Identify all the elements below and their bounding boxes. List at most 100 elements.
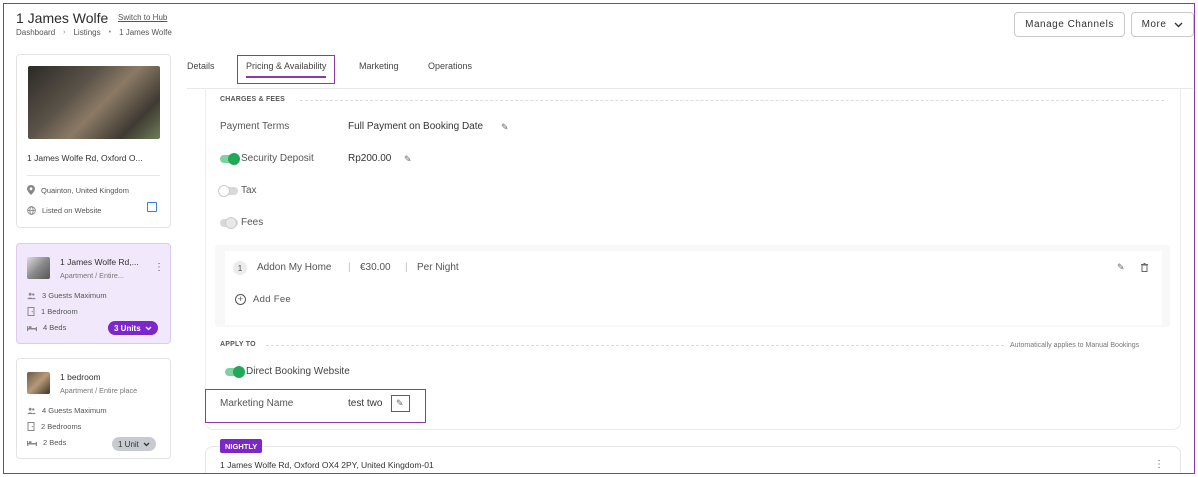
marketing-name-label: Marketing Name	[220, 398, 294, 409]
pencil-icon[interactable]: ✎	[501, 122, 509, 133]
property-address: 1 James Wolfe Rd, Oxford O...	[27, 153, 143, 163]
trash-icon[interactable]	[1141, 263, 1148, 272]
unit-guests-text: 4 Guests Maximum	[42, 406, 107, 415]
guests-icon	[27, 407, 36, 414]
listed-on-website-text: Listed on Website	[42, 206, 102, 215]
separator: |	[405, 262, 408, 273]
chevron-down-icon	[1174, 22, 1183, 27]
unit-guests-text: 3 Guests Maximum	[42, 291, 107, 300]
unit-beds-text: 2 Beds	[43, 438, 67, 447]
nightly-badge: NIGHTLY	[220, 439, 263, 453]
tax-label: Tax	[241, 185, 257, 196]
direct-booking-toggle[interactable]	[225, 366, 245, 378]
fee-amount: €30.00	[360, 262, 391, 273]
breadcrumb-listings[interactable]: Listings	[73, 28, 100, 37]
more-button[interactable]: More	[1131, 12, 1194, 37]
breadcrumb-separator-icon: ›	[63, 29, 66, 36]
kebab-menu-icon[interactable]: ⋮	[1154, 459, 1164, 470]
units-dropdown[interactable]: 1 Unit	[112, 437, 156, 451]
unit-card[interactable]: 1 bedroom Apartment / Entire place 4 Gue…	[16, 358, 171, 459]
unit-beds-text: 4 Beds	[43, 323, 67, 332]
bed-icon	[27, 441, 37, 446]
units-dropdown-label: 3 Units	[114, 323, 141, 333]
unit-beds: 4 Beds	[27, 323, 66, 332]
add-fee-button[interactable]: + Add Fee	[235, 294, 291, 305]
security-deposit-value: Rp200.00	[348, 153, 392, 164]
manage-channels-button[interactable]: Manage Channels	[1014, 12, 1125, 37]
tax-toggle[interactable]	[218, 185, 238, 197]
divider	[27, 175, 160, 176]
unit-subtitle: Apartment / Entire place	[60, 386, 138, 395]
kebab-menu-icon[interactable]: ⋮	[154, 262, 164, 273]
unit-guests: 4 Guests Maximum	[27, 406, 107, 415]
unit-subtitle: Apartment / Entire...	[60, 271, 124, 280]
security-deposit-toggle[interactable]	[220, 153, 240, 165]
fees-toggle[interactable]	[220, 217, 238, 229]
location-pin-icon	[27, 185, 35, 195]
tab-pricing-availability-label: Pricing & Availability	[246, 61, 327, 78]
add-fee-label: Add Fee	[253, 294, 292, 305]
nightly-address: 1 James Wolfe Rd, Oxford OX4 2PY, United…	[220, 460, 434, 470]
guests-icon	[27, 292, 36, 299]
toggle-knob	[225, 217, 237, 229]
tab-pricing-availability[interactable]: Pricing & Availability	[237, 55, 336, 84]
toggle-knob	[218, 185, 230, 197]
property-photo	[28, 66, 160, 139]
breadcrumb-dashboard[interactable]: Dashboard	[16, 28, 55, 37]
switch-to-hub-link[interactable]: Switch to Hub	[118, 13, 167, 22]
apply-note: Automatically applies to Manual Bookings	[1010, 342, 1140, 349]
fee-period: Per Night	[417, 262, 459, 273]
unit-thumbnail	[27, 257, 50, 279]
bed-icon	[27, 326, 37, 331]
fee-index: 1	[233, 261, 247, 275]
breadcrumb: Dashboard › Listings • 1 James Wolfe	[16, 28, 172, 37]
door-icon	[27, 422, 35, 431]
unit-bedrooms-text: 2 Bedrooms	[41, 422, 82, 431]
external-link-icon[interactable]	[147, 202, 157, 212]
separator: |	[348, 262, 351, 273]
units-dropdown-label: 1 Unit	[118, 439, 139, 449]
app-frame: 1 James Wolfe Switch to Hub Dashboard › …	[3, 3, 1195, 474]
property-location-text: Quainton, United Kingdom	[41, 185, 129, 195]
direct-booking-label: Direct Booking Website	[246, 366, 350, 377]
plus-circle-icon: +	[235, 294, 246, 305]
listed-on-website: Listed on Website	[27, 206, 101, 215]
unit-guests: 3 Guests Maximum	[27, 291, 107, 300]
tab-details[interactable]: Details	[187, 61, 215, 71]
property-location: Quainton, United Kingdom	[27, 185, 129, 195]
marketing-name-value: test two	[348, 398, 383, 409]
unit-bedrooms: 1 Bedroom	[27, 307, 78, 316]
fees-label: Fees	[241, 217, 264, 228]
unit-bedrooms-text: 1 Bedroom	[41, 307, 78, 316]
unit-beds: 2 Beds	[27, 438, 66, 447]
pencil-icon[interactable]: ✎	[1117, 262, 1125, 273]
chevron-down-icon	[145, 326, 152, 330]
property-card[interactable]: 1 James Wolfe Rd, Oxford O... Quainton, …	[16, 54, 171, 228]
tab-operations[interactable]: Operations	[428, 61, 472, 71]
unit-title: 1 bedroom	[60, 372, 101, 382]
pencil-icon[interactable]: ✎	[396, 398, 404, 409]
payment-terms-label: Payment Terms	[220, 121, 290, 132]
tab-marketing[interactable]: Marketing	[359, 61, 399, 71]
globe-icon	[27, 206, 36, 215]
fee-name: Addon My Home	[257, 262, 332, 273]
divider	[266, 345, 1004, 346]
charges-fees-heading: CHARGES & FEES	[220, 96, 286, 103]
toggle-knob	[228, 153, 240, 165]
apply-to-heading: APPLY TO	[220, 341, 256, 348]
more-button-label: More	[1141, 19, 1167, 30]
units-dropdown[interactable]: 3 Units	[108, 321, 158, 335]
breadcrumb-current: 1 James Wolfe	[119, 28, 172, 37]
pencil-icon[interactable]: ✎	[404, 154, 412, 165]
breadcrumb-separator-icon: •	[108, 29, 112, 36]
door-icon	[27, 307, 35, 316]
toggle-knob	[233, 366, 245, 378]
unit-card-selected[interactable]: 1 James Wolfe Rd,... Apartment / Entire.…	[16, 243, 171, 344]
unit-thumbnail	[27, 372, 50, 394]
unit-bedrooms: 2 Bedrooms	[27, 422, 81, 431]
unit-title: 1 James Wolfe Rd,...	[60, 257, 139, 267]
security-deposit-label: Security Deposit	[241, 153, 314, 164]
chevron-down-icon	[143, 442, 150, 446]
divider	[300, 100, 1164, 101]
payment-terms-value: Full Payment on Booking Date	[348, 121, 484, 132]
